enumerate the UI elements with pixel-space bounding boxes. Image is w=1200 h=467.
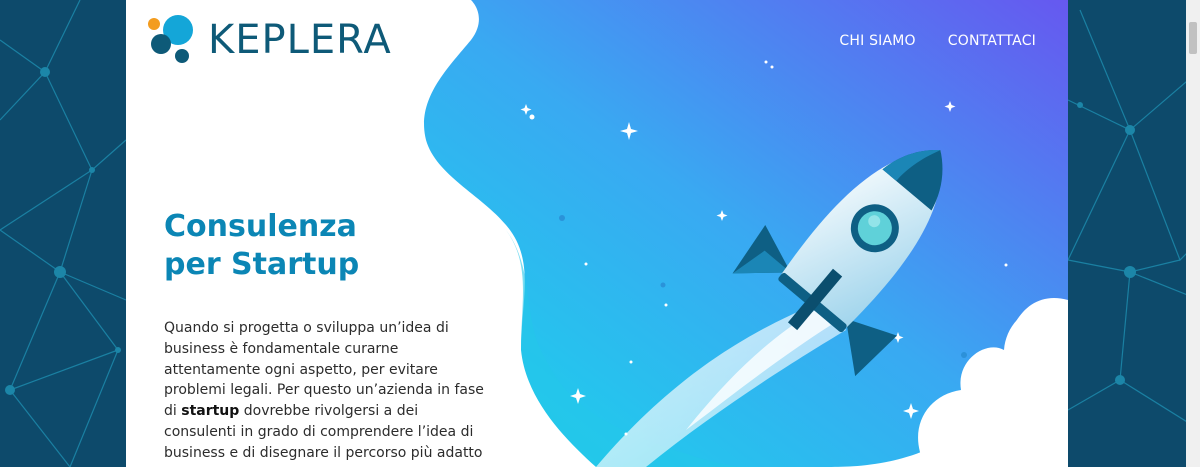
hero-paragraph-highlight: startup: [181, 403, 240, 420]
hero-paragraph: Quando si progetta o sviluppa un’idea di…: [164, 318, 494, 467]
page-title-line-1: Consulenza: [164, 209, 357, 244]
nav-link-contattaci[interactable]: CONTATTACI: [948, 33, 1036, 49]
browser-scrollbar[interactable]: [1186, 0, 1200, 467]
page-title: Consulenza per Startup: [164, 208, 484, 284]
logo-icon: [148, 15, 193, 63]
page-container: KEPLERA CHI SIAMO CONTATTACI Consulenza …: [126, 0, 1068, 467]
brand-logo[interactable]: KEPLERA: [148, 14, 392, 66]
nav-link-chi-siamo[interactable]: CHI SIAMO: [839, 33, 915, 49]
main-nav: CHI SIAMO CONTATTACI: [839, 33, 1036, 49]
brand-name: KEPLERA: [208, 17, 392, 63]
scrollbar-thumb[interactable]: [1189, 22, 1197, 54]
page-title-line-2: per Startup: [164, 247, 360, 282]
